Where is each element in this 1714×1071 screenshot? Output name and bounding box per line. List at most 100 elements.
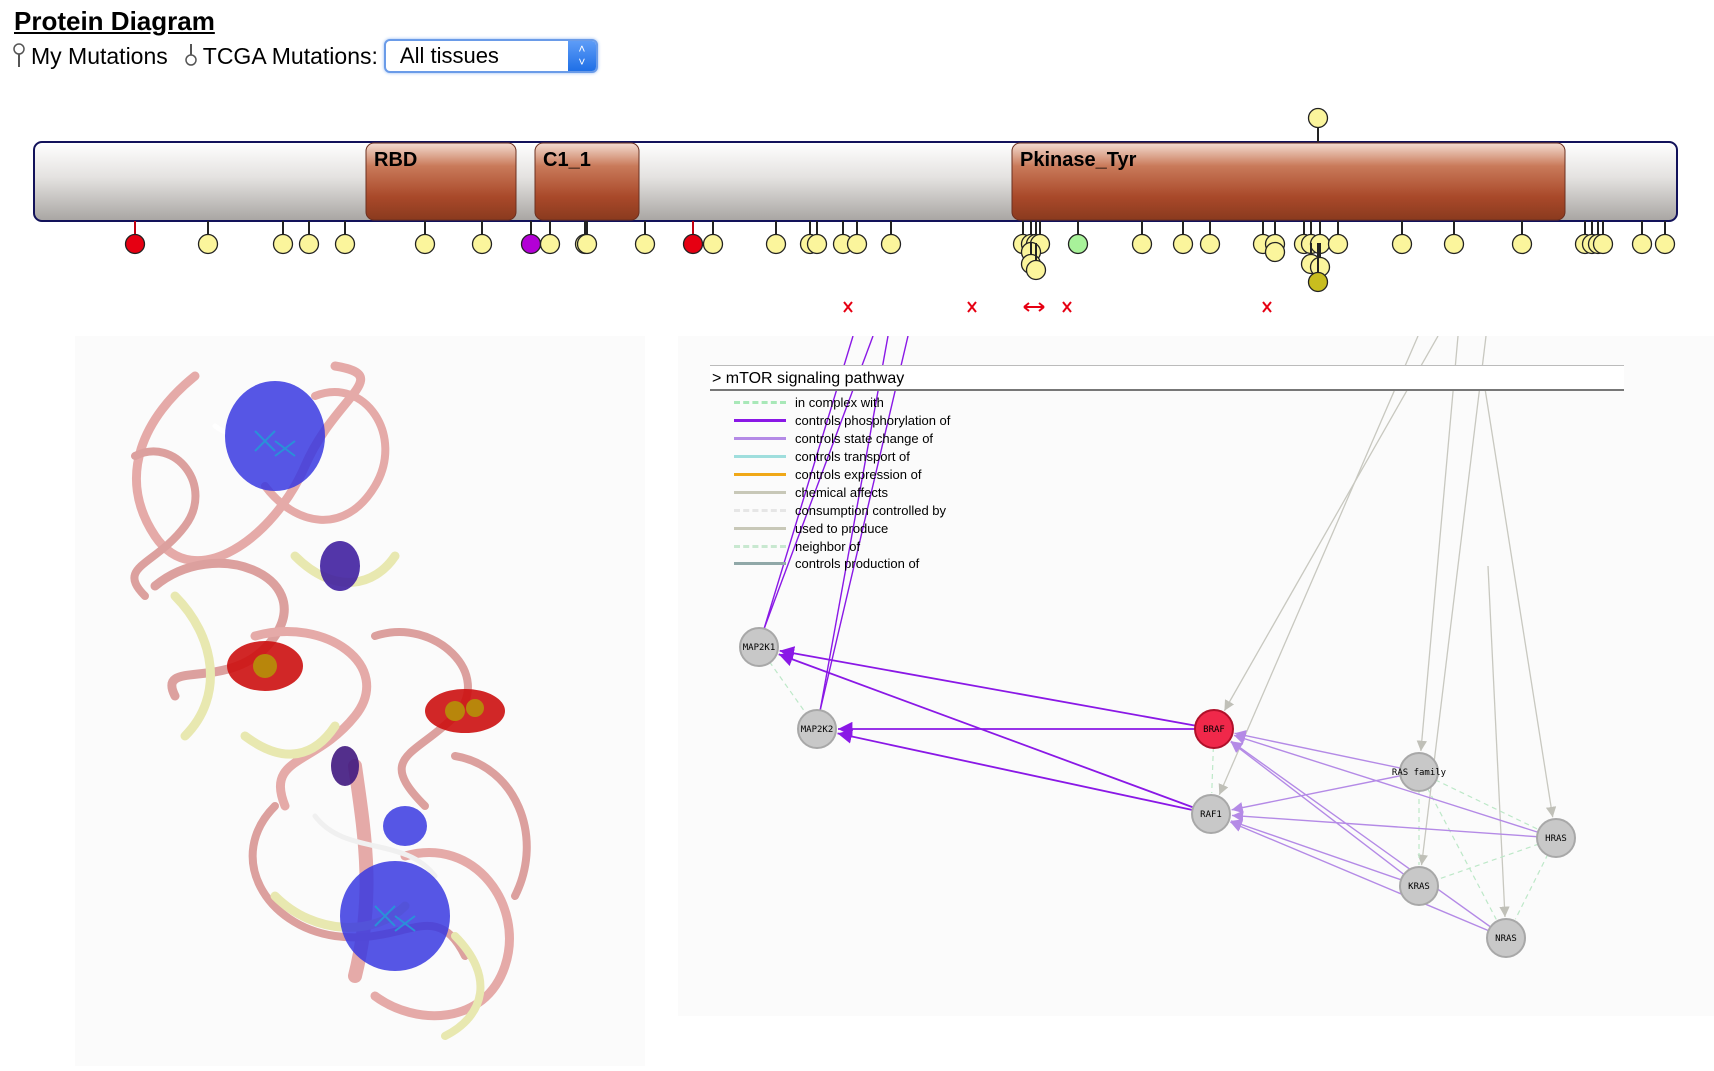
legend-item: controls phosphorylation of [734, 412, 950, 430]
mutation-lollipop[interactable] [520, 221, 542, 255]
mutation-lollipop[interactable] [414, 221, 436, 255]
mutation-lollipop[interactable] [1327, 221, 1349, 255]
mutation-lollipop[interactable] [1592, 221, 1614, 255]
legend-swatch [734, 508, 786, 512]
mutation-lollipop[interactable] [1631, 221, 1653, 255]
mutation-lollipop[interactable] [1067, 221, 1089, 255]
pathway-node-label: KRAS [1408, 882, 1430, 892]
domain-c1-1[interactable]: C1_1 [534, 142, 640, 221]
legend-item: in complex with [734, 394, 950, 412]
tcga-mutations-radio[interactable]: TCGA Mutations: [184, 43, 378, 70]
legend-label: controls production of [795, 556, 920, 572]
domain-c1-1-label: C1_1 [543, 149, 591, 171]
pathway-edge [1416, 335, 1459, 752]
mutation-lollipop[interactable] [1199, 221, 1221, 255]
my-mutations-label: My Mutations [31, 42, 168, 69]
mutation-lollipop[interactable] [197, 221, 219, 255]
double-arrow-icon[interactable] [1023, 302, 1045, 312]
mutation-lollipop[interactable] [765, 221, 787, 255]
pathway-node-kras[interactable]: KRAS [1399, 866, 1439, 906]
pathway-edge [779, 646, 1215, 730]
legend-label: in complex with [795, 395, 884, 411]
x-marker-icon[interactable] [1062, 301, 1072, 313]
pathway-edge [1218, 335, 1419, 795]
mutation-lollipop[interactable] [1172, 221, 1194, 255]
legend-item: used to produce [734, 519, 950, 537]
mutation-lollipop[interactable] [298, 221, 320, 255]
mutation-lollipop[interactable] [1654, 221, 1676, 255]
pathway-edge [1482, 375, 1557, 818]
pathway-edge [1233, 733, 1557, 839]
legend-swatch [734, 544, 786, 548]
pathway-edge [1230, 741, 1420, 887]
mutation-lollipop-top[interactable] [1307, 107, 1329, 143]
legend-swatch [734, 419, 786, 423]
pathway-edge [1223, 335, 1439, 712]
lollipop-pin-icon [185, 44, 197, 66]
pathway-node-ras-family[interactable]: RAS family [1392, 752, 1447, 792]
pathway-edge [1230, 819, 1420, 887]
mutation-lollipop[interactable] [576, 221, 598, 255]
mutation-lollipop[interactable] [471, 221, 493, 255]
mutation-lollipop[interactable] [846, 221, 868, 255]
lollipop-pin-icon [13, 43, 25, 67]
protein-structure-view[interactable] [75, 336, 645, 1066]
legend-label: controls phosphorylation of [795, 413, 951, 429]
legend-swatch [734, 473, 786, 476]
legend-swatch [734, 526, 786, 530]
page-title: Protein Diagram [14, 6, 215, 36]
pathway-node-braf[interactable]: BRAF [1194, 709, 1234, 749]
mutation-lollipop[interactable] [334, 221, 356, 255]
legend-label: controls expression of [795, 467, 922, 482]
legend-swatch [734, 437, 786, 441]
mutation-lollipop[interactable] [634, 221, 656, 255]
pathway-node-map2k2[interactable]: MAP2K2 [797, 709, 837, 749]
legend-swatch [734, 490, 786, 494]
tcga-mutations-label: TCGA Mutations: [202, 42, 378, 69]
pathway-edge [1487, 565, 1510, 918]
legend-item: controls production of [734, 555, 950, 573]
legend-item: chemical affects [734, 483, 950, 501]
mutation-lollipop[interactable] [702, 221, 724, 255]
mutation-lollipop[interactable] [539, 221, 561, 255]
pathway-legend: in complex with controls phosphorylation … [734, 394, 950, 573]
legend-item: neighbor of [734, 537, 950, 555]
pathway-node-nras[interactable]: NRAS [1486, 918, 1526, 958]
mutation-lollipop[interactable] [1131, 221, 1153, 255]
mutation-lollipop[interactable] [1391, 221, 1413, 255]
pathway-node-map2k1[interactable]: MAP2K1 [739, 627, 779, 667]
pathway-node-raf1[interactable]: RAF1 [1191, 794, 1231, 834]
mutation-lollipop[interactable] [272, 221, 294, 255]
pathway-header[interactable]: > mTOR signaling pathway [710, 365, 1624, 391]
legend-label: consumption controlled by [795, 502, 947, 518]
domain-rbd-label: RBD [374, 149, 417, 171]
tissue-select-value: All tissues [399, 43, 499, 68]
legend-item: consumption controlled by [734, 501, 950, 519]
x-marker-icon[interactable] [967, 301, 977, 313]
protein-3d-ribbon-structure [130, 361, 531, 1040]
my-mutations-radio[interactable]: My Mutations [12, 43, 168, 70]
x-marker-icon[interactable] [1262, 301, 1272, 313]
mutation-lollipop[interactable] [682, 221, 704, 255]
pathway-node-hras[interactable]: HRAS [1536, 818, 1576, 858]
legend-swatch [734, 401, 786, 405]
mutation-lollipop[interactable] [880, 221, 902, 255]
domain-pkinase-tyr[interactable]: Pkinase_Tyr [1011, 142, 1566, 221]
mutation-lollipop-stacked[interactable] [1264, 241, 1286, 263]
pathway-node-label: RAS family [1392, 768, 1447, 778]
mutation-lollipop[interactable] [1443, 221, 1465, 255]
legend-label: used to produce [795, 520, 889, 536]
legend-swatch [734, 455, 786, 459]
mutation-lollipop[interactable] [124, 221, 146, 255]
tissue-select[interactable]: All tissues ˄ ˅ [383, 39, 598, 73]
domain-pkinase-tyr-label: Pkinase_Tyr [1020, 149, 1137, 171]
domain-rbd[interactable]: RBD [365, 142, 517, 221]
legend-label: neighbor of [795, 538, 861, 554]
pathway-node-label: MAP2K2 [801, 725, 834, 735]
mutation-lollipop[interactable] [1511, 221, 1533, 255]
x-marker-icon[interactable] [843, 301, 853, 313]
legend-item: controls expression of [734, 466, 950, 484]
legend-swatch [734, 562, 786, 566]
pathway-node-label: HRAS [1545, 834, 1567, 844]
legend-label: chemical affects [795, 484, 888, 500]
